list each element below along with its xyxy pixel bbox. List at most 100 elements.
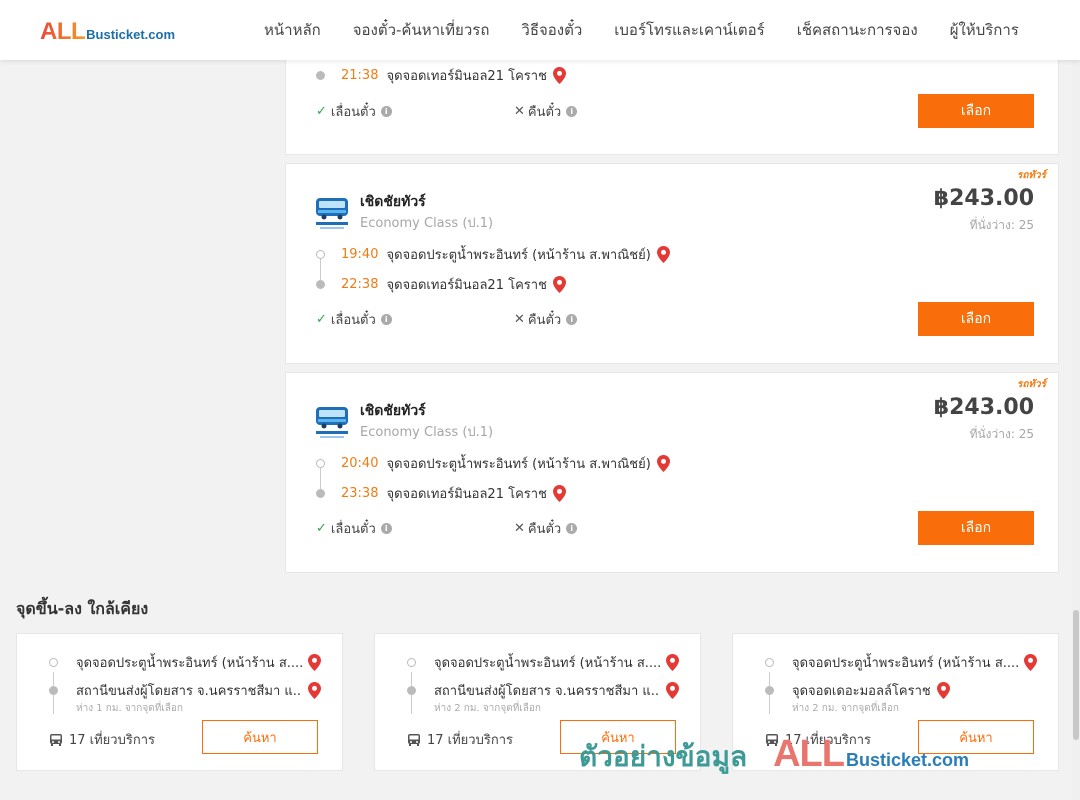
nearby-section-title: จุดขึ้น-ลง ใกล้เคียง	[16, 599, 149, 618]
info-icon[interactable]: i	[380, 523, 392, 534]
nearby-to: สถานีขนส่งผู้โดยสาร จ.นครราชสีมา แ...	[49, 680, 321, 701]
cross-icon: ✕	[514, 104, 525, 119]
check-icon: ✓	[316, 312, 327, 327]
nearby-to-place: จุดจอดเดอะมอลล์โคราช	[792, 684, 931, 699]
stop-dot	[49, 658, 58, 667]
change-ticket-label: เลื่อนตั๋ว	[330, 313, 376, 328]
select-trip-button[interactable]: เลือก	[918, 511, 1034, 545]
refund-ticket-label: คืนตั๋ว	[527, 522, 562, 537]
nearby-trips-count: 17 เที่ยวบริการ	[427, 733, 513, 748]
nearby-distance: ห่าง 2 กม. จากจุดที่เลือก	[792, 703, 899, 714]
refund-ticket-label: คืนตั๋ว	[527, 105, 562, 120]
nearby-card: จุดจอดประตูน้ำพระอินทร์ (หน้าร้าน ส.... …	[16, 633, 343, 771]
map-pin-icon[interactable]	[552, 276, 566, 293]
arrive-place: จุดจอดเทอร์มินอล21 โคราช	[386, 69, 547, 84]
logo-all-text: ALL	[40, 18, 86, 45]
arrive-place: จุดจอดเทอร์มินอล21 โคราช	[386, 278, 547, 293]
nav-phone-counter[interactable]: เบอร์โทรและเคาน์เตอร์	[598, 18, 780, 42]
change-ticket-label: เลื่อนตั๋ว	[330, 522, 376, 537]
nearby-to-place: สถานีขนส่งผู้โดยสาร จ.นครราชสีมา แ...	[434, 684, 660, 699]
change-ticket-label: เลื่อนตั๋ว	[330, 105, 376, 120]
map-pin-icon[interactable]	[552, 485, 566, 502]
nav-how-to-book[interactable]: วิธีจองตั๋ว	[505, 18, 598, 42]
nearby-from: จุดจอดประตูน้ำพระอินทร์ (หน้าร้าน ส....	[407, 652, 679, 673]
arrive-stop: 23:38 จุดจอดเทอร์มินอล21 โคราช	[316, 483, 566, 504]
nav-check-status[interactable]: เช็คสถานะการจอง	[781, 18, 934, 42]
nearby-search-button[interactable]: ค้นหา	[560, 720, 676, 754]
change-ticket-policy: ✓ เลื่อนตั๋ว i	[316, 518, 392, 539]
map-pin-icon[interactable]	[308, 682, 321, 699]
stop-dot	[765, 658, 774, 667]
check-icon: ✓	[316, 521, 327, 536]
bus-icon	[766, 733, 778, 746]
nearby-trips-count: 17 เที่ยวบริการ	[785, 733, 871, 748]
info-icon[interactable]: i	[380, 106, 392, 117]
check-icon: ✓	[316, 104, 327, 119]
arrive-place: จุดจอดเทอร์มินอล21 โคราช	[386, 487, 547, 502]
map-pin-icon[interactable]	[1024, 654, 1037, 671]
nearby-distance: ห่าง 2 กม. จากจุดที่เลือก	[434, 703, 541, 714]
arrive-time: 23:38	[341, 486, 379, 501]
arrive-time: 22:38	[341, 277, 379, 292]
scrollbar-thumb[interactable]	[1073, 610, 1079, 740]
site-logo[interactable]: ALL Busticket.com	[40, 18, 175, 46]
bus-class: Economy Class (ป.1)	[360, 425, 494, 440]
refund-ticket-label: คืนตั๋ว	[527, 313, 562, 328]
select-trip-button[interactable]: เลือก	[918, 302, 1034, 336]
trip-card: รถทัวร์ เชิดชัยทัวร์ Economy Class (ป.1)…	[285, 372, 1059, 573]
info-icon[interactable]: i	[566, 314, 578, 325]
change-ticket-policy: ✓ เลื่อนตั๋ว i	[316, 309, 392, 330]
ticket-price: ฿243.00	[933, 186, 1034, 211]
map-pin-icon[interactable]	[666, 654, 679, 671]
bus-icon	[408, 733, 420, 746]
promo-tag: รถทัวร์	[1016, 170, 1046, 181]
seats-available: ที่นั่งว่าง: 25	[969, 427, 1034, 441]
depart-time: 19:40	[341, 247, 379, 262]
map-pin-icon[interactable]	[656, 455, 670, 472]
nearby-from-place: จุดจอดประตูน้ำพระอินทร์ (หน้าร้าน ส....	[792, 656, 1018, 671]
nav-home[interactable]: หน้าหลัก	[248, 18, 337, 42]
map-pin-icon[interactable]	[552, 67, 566, 84]
depart-place: จุดจอดประตูน้ำพระอินทร์ (หน้าร้าน ส.พาณิ…	[386, 248, 651, 263]
operator-logo	[316, 407, 348, 438]
map-pin-icon[interactable]	[936, 682, 950, 699]
stop-dot	[49, 686, 58, 695]
stop-dot	[407, 686, 416, 695]
main-nav: หน้าหลัก จองตั๋ว-ค้นหาเที่ยวรถ วิธีจองตั…	[248, 0, 1035, 60]
depart-place: จุดจอดประตูน้ำพระอินทร์ (หน้าร้าน ส.พาณิ…	[386, 457, 651, 472]
info-icon[interactable]: i	[566, 106, 578, 117]
nearby-card: จุดจอดประตูน้ำพระอินทร์ (หน้าร้าน ส.... …	[374, 633, 701, 771]
seats-available: ที่นั่งว่าง: 25	[969, 218, 1034, 232]
bus-class: Economy Class (ป.1)	[360, 216, 494, 231]
map-pin-icon[interactable]	[666, 682, 679, 699]
map-pin-icon[interactable]	[656, 246, 670, 263]
nearby-search-button[interactable]: ค้นหา	[918, 720, 1034, 754]
info-icon[interactable]: i	[380, 314, 392, 325]
stop-dot	[316, 71, 325, 80]
arrive-time: 21:38	[341, 68, 379, 83]
nav-operators[interactable]: ผู้ให้บริการ	[934, 18, 1035, 42]
stop-dot	[316, 280, 325, 289]
stop-dot	[316, 250, 325, 259]
ticket-price: ฿243.00	[933, 395, 1034, 420]
nearby-search-button[interactable]: ค้นหา	[202, 720, 318, 754]
nearby-from-place: จุดจอดประตูน้ำพระอินทร์ (หน้าร้าน ส....	[76, 656, 302, 671]
stop-dot	[316, 489, 325, 498]
logo-busticket-text: Busticket.com	[86, 27, 176, 42]
nav-book-search[interactable]: จองตั๋ว-ค้นหาเที่ยวรถ	[337, 18, 506, 42]
depart-stop: 20:40 จุดจอดประตูน้ำพระอินทร์ (หน้าร้าน …	[316, 453, 670, 474]
nearby-trips: 17 เที่ยวบริการ	[765, 729, 871, 750]
info-icon[interactable]: i	[566, 523, 578, 534]
nearby-from-place: จุดจอดประตูน้ำพระอินทร์ (หน้าร้าน ส....	[434, 656, 660, 671]
nearby-trips-count: 17 เที่ยวบริการ	[69, 733, 155, 748]
site-header: ALL Busticket.com หน้าหลัก จองตั๋ว-ค้นหา…	[0, 0, 1080, 60]
nearby-from: จุดจอดประตูน้ำพระอินทร์ (หน้าร้าน ส....	[49, 652, 321, 673]
depart-time: 20:40	[341, 456, 379, 471]
trip-card: รถทัวร์ เชิดชัยทัวร์ Economy Class (ป.1)…	[285, 163, 1059, 364]
promo-tag: รถทัวร์	[1016, 379, 1046, 390]
map-pin-icon[interactable]	[308, 654, 321, 671]
operator-name: เชิดชัยทัวร์	[360, 403, 426, 419]
nearby-from: จุดจอดประตูน้ำพระอินทร์ (หน้าร้าน ส....	[765, 652, 1037, 673]
select-trip-button[interactable]: เลือก	[918, 94, 1034, 128]
nearby-distance: ห่าง 1 กม. จากจุดที่เลือก	[76, 703, 183, 714]
